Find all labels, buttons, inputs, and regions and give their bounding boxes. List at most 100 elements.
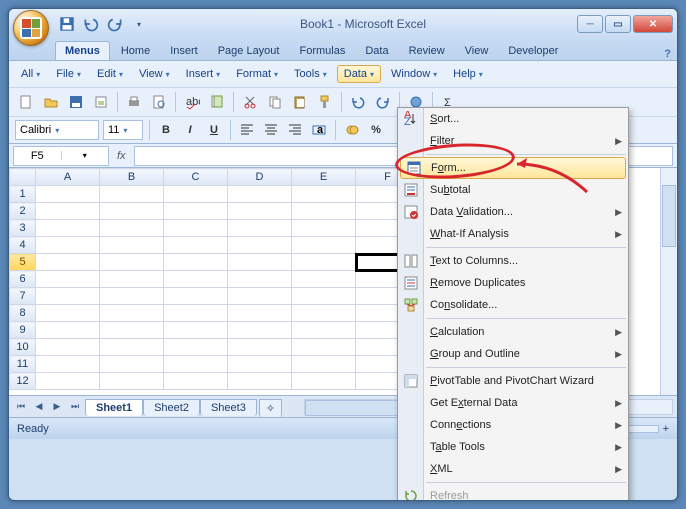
cell-E8[interactable] (292, 305, 356, 322)
cell-B2[interactable] (100, 203, 164, 220)
row-header-9[interactable]: 9 (10, 322, 36, 339)
menu-item-get-external-data[interactable]: Get External Data▶ (398, 392, 628, 414)
menu-data[interactable]: Data▾ (337, 65, 381, 83)
sheet-tab-sheet2[interactable]: Sheet2 (143, 399, 200, 416)
zoom-in-button[interactable]: + (663, 423, 669, 435)
cell-C10[interactable] (164, 339, 228, 356)
font-size-combo[interactable]: 11▾ (103, 120, 143, 140)
menu-item-subtotal[interactable]: Subtotal (398, 179, 628, 201)
ribbon-tab-home[interactable]: Home (112, 42, 159, 60)
row-header-1[interactable]: 1 (10, 186, 36, 203)
cell-D12[interactable] (228, 373, 292, 390)
cell-E9[interactable] (292, 322, 356, 339)
menu-item-calculation[interactable]: Calculation▶ (398, 321, 628, 343)
cell-A7[interactable] (36, 288, 100, 305)
cell-E4[interactable] (292, 237, 356, 254)
percent-icon[interactable]: % (366, 120, 386, 140)
menu-item-form[interactable]: Form... (400, 157, 626, 179)
format-painter-icon[interactable] (314, 91, 336, 113)
menu-item-group-and-outline[interactable]: Group and Outline▶ (398, 343, 628, 365)
cell-C7[interactable] (164, 288, 228, 305)
menu-format[interactable]: Format▾ (230, 65, 284, 83)
row-header-7[interactable]: 7 (10, 288, 36, 305)
ribbon-tab-data[interactable]: Data (356, 42, 397, 60)
menu-tools[interactable]: Tools▾ (288, 65, 333, 83)
minimize-button[interactable]: ─ (577, 15, 603, 33)
col-header-A[interactable]: A (36, 169, 100, 186)
cell-E5[interactable] (292, 254, 356, 271)
menu-item-pivottable-and-pivotchart-wizard[interactable]: PivotTable and PivotChart Wizard (398, 370, 628, 392)
new-icon[interactable] (15, 91, 37, 113)
menu-item-filter[interactable]: Filter▶ (398, 130, 628, 152)
menu-item-data-validation[interactable]: Data Validation...▶ (398, 201, 628, 223)
menu-item-remove-duplicates[interactable]: Remove Duplicates (398, 272, 628, 294)
menu-item-xml[interactable]: XML▶ (398, 458, 628, 480)
col-header-C[interactable]: C (164, 169, 228, 186)
menu-item-what-if-analysis[interactable]: What-If Analysis▶ (398, 223, 628, 245)
cell-E3[interactable] (292, 220, 356, 237)
cell-D11[interactable] (228, 356, 292, 373)
ribbon-tab-insert[interactable]: Insert (161, 42, 207, 60)
cell-C3[interactable] (164, 220, 228, 237)
cell-B7[interactable] (100, 288, 164, 305)
qat-customize-icon[interactable]: ▾ (129, 14, 149, 34)
redo-icon[interactable] (372, 91, 394, 113)
row-header-10[interactable]: 10 (10, 339, 36, 356)
menu-help[interactable]: Help▾ (447, 65, 489, 83)
spelling-icon[interactable]: abc (181, 91, 203, 113)
permission-icon[interactable] (90, 91, 112, 113)
redo-icon[interactable] (105, 14, 125, 34)
cell-E7[interactable] (292, 288, 356, 305)
cell-A9[interactable] (36, 322, 100, 339)
open-icon[interactable] (40, 91, 62, 113)
cell-C5[interactable] (164, 254, 228, 271)
menu-item-connections[interactable]: Connections▶ (398, 414, 628, 436)
office-button[interactable] (13, 10, 49, 46)
underline-button[interactable]: U (204, 120, 224, 140)
cell-C4[interactable] (164, 237, 228, 254)
cell-C8[interactable] (164, 305, 228, 322)
menu-file[interactable]: File▾ (50, 65, 87, 83)
tab-nav-last-icon[interactable]: ⏭ (67, 399, 83, 415)
cell-C6[interactable] (164, 271, 228, 288)
col-header-D[interactable]: D (228, 169, 292, 186)
vertical-scrollbar[interactable] (660, 168, 677, 395)
cell-E6[interactable] (292, 271, 356, 288)
cell-A10[interactable] (36, 339, 100, 356)
menu-item-sort[interactable]: AZSort... (398, 108, 628, 130)
cell-E11[interactable] (292, 356, 356, 373)
undo-icon[interactable] (347, 91, 369, 113)
cell-B4[interactable] (100, 237, 164, 254)
tab-nav-next-icon[interactable]: ▶ (49, 399, 65, 415)
cell-D2[interactable] (228, 203, 292, 220)
cell-D10[interactable] (228, 339, 292, 356)
cell-D3[interactable] (228, 220, 292, 237)
currency-icon[interactable] (342, 120, 362, 140)
row-header-12[interactable]: 12 (10, 373, 36, 390)
cut-icon[interactable] (239, 91, 261, 113)
sheet-tab-sheet1[interactable]: Sheet1 (85, 399, 143, 416)
row-header-6[interactable]: 6 (10, 271, 36, 288)
row-header-11[interactable]: 11 (10, 356, 36, 373)
cell-A2[interactable] (36, 203, 100, 220)
cell-D4[interactable] (228, 237, 292, 254)
undo-icon[interactable] (81, 14, 101, 34)
italic-button[interactable]: I (180, 120, 200, 140)
cell-D5[interactable] (228, 254, 292, 271)
cell-B9[interactable] (100, 322, 164, 339)
save-icon[interactable] (57, 14, 77, 34)
cell-D9[interactable] (228, 322, 292, 339)
menu-window[interactable]: Window▾ (385, 65, 443, 83)
align-right-icon[interactable] (285, 120, 305, 140)
select-all-corner[interactable] (10, 169, 36, 186)
merge-center-icon[interactable]: a (309, 120, 329, 140)
cell-E12[interactable] (292, 373, 356, 390)
menu-item-table-tools[interactable]: Table Tools▶ (398, 436, 628, 458)
col-header-B[interactable]: B (100, 169, 164, 186)
menu-edit[interactable]: Edit▾ (91, 65, 129, 83)
menu-insert[interactable]: Insert▾ (180, 65, 227, 83)
cell-A11[interactable] (36, 356, 100, 373)
help-icon[interactable]: ? (664, 48, 677, 60)
cell-E2[interactable] (292, 203, 356, 220)
cell-B6[interactable] (100, 271, 164, 288)
